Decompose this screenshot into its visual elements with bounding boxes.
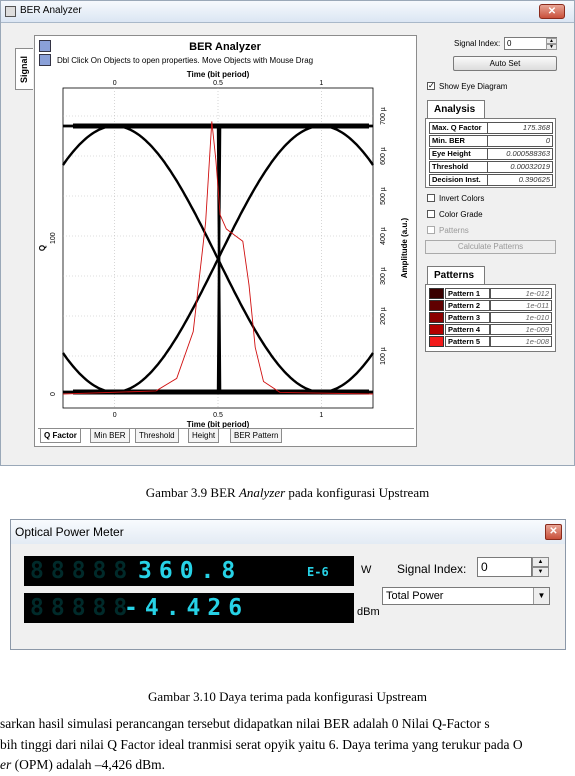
pattern-row: Pattern 2 1e-011 [429,300,553,311]
x-tick-label-top: 0.5 [213,80,223,87]
show-eye-label: Show Eye Diagram [439,82,508,91]
analysis-row: Min. BER 0 [429,135,553,147]
pattern-swatch [429,336,444,347]
power-dbm-value: -4.426 [124,595,250,621]
analysis-table: Max. Q Factor 175.368 Min. BER 0 Eye Heigh… [425,118,556,188]
tab-threshold[interactable]: Threshold [135,429,179,443]
left-tick-label: 0 [50,392,57,396]
lcd-ghost-digits: 88888 [30,558,135,584]
right-axis-title: Amplitude (a.u.) [400,217,409,278]
spin-down-icon[interactable]: ▼ [546,44,557,50]
opm-titlebar: Optical Power Meter ✕ [11,520,565,544]
optical-power-meter-window: Optical Power Meter ✕ 88888 360.8 E-6 W … [10,519,566,650]
tab-signal-label: Signal [19,55,29,83]
left-tick-label: 100 [50,232,57,244]
pattern-row: Pattern 1 1e-012 [429,288,553,299]
right-tick-label: 700 µ [380,107,387,125]
power-watt-unit: W [361,564,372,576]
body-text-line-1: sarkan hasil simulasi perancangan terseb… [0,716,490,731]
invert-colors-label: Invert Colors [439,194,485,203]
left-axis-title: Q [38,245,47,251]
power-watt-exponent: E-6 [307,565,329,579]
x-tick-label-bottom: 1 [319,412,323,419]
power-watt-display: 88888 360.8 E-6 [24,556,354,586]
opm-signal-index-label: Signal Index: [397,562,467,576]
color-grade-label: Color Grade [439,210,483,219]
pattern-row: Pattern 5 1e-008 [429,336,553,347]
spin-up-icon[interactable]: ▲ [532,557,549,567]
auto-set-button[interactable]: Auto Set [453,56,557,71]
eye-diagram-chart[interactable]: Time (bit period) 0 0.5 1 0 0.5 1 Time (bit … [35,36,416,428]
pattern-swatch [429,288,444,299]
close-icon[interactable]: ✕ [545,524,562,540]
bottom-tab-bar: Q Factor Min BER Threshold Height BER Pa… [38,428,414,444]
right-tick-label: 300 µ [380,267,387,285]
x-tick-label-bottom: 0 [113,412,117,419]
lcd-ghost-digits: 88888 [30,595,135,621]
close-icon[interactable]: ✕ [539,4,565,19]
ber-analyzer-window: BER Analyzer ✕ Signal BER Analyzer Dbl C… [0,0,575,466]
spin-down-icon[interactable]: ▼ [532,567,549,577]
tab-height[interactable]: Height [188,429,220,443]
figure-3-9-caption: Gambar 3.9 BER Analyzer pada konfigurasi… [145,485,430,500]
opm-window-title: Optical Power Meter [15,525,124,539]
tab-patterns[interactable]: Patterns [427,266,485,284]
x-tick-label-bottom: 0.5 [213,412,223,419]
chevron-down-icon[interactable]: ▼ [533,588,549,604]
show-eye-checkbox[interactable]: ✓ [427,82,435,90]
power-watt-value: 360.8 [138,558,243,584]
figure-3-10-caption: Gambar 3.10 Daya terima pada konfigurasi… [147,689,428,704]
app-icon [5,6,16,17]
x-tick-label-top: 1 [319,80,323,87]
opm-signal-index-input[interactable]: 0 [477,557,532,577]
power-type-select[interactable]: Total Power ▼ [382,587,550,605]
analysis-row: Decision Inst. 0.390625 [429,174,553,186]
analysis-row: Eye Height 0.000588363 [429,148,553,160]
ber-titlebar: BER Analyzer ✕ [1,1,574,23]
x-axis-title-bottom: Time (bit period) [187,420,250,428]
x-axis-title-top: Time (bit period) [187,70,250,79]
right-tick-label: 500 µ [380,187,387,205]
body-text-line-3: er (OPM) adalah –4,426 dBm. [0,757,165,772]
pattern-row: Pattern 3 1e-010 [429,312,553,323]
tab-q-factor[interactable]: Q Factor [40,429,81,443]
patterns-table: Pattern 1 1e-012 Pattern 2 1e-011 Pattern … [425,284,556,352]
x-tick-label-top: 0 [113,80,117,87]
pattern-swatch [429,300,444,311]
invert-colors-checkbox[interactable] [427,194,435,202]
signal-index-label: Signal Index: [454,39,501,48]
plot-panel: BER Analyzer Dbl Click On Objects to ope… [34,35,417,447]
tab-signal[interactable]: Signal [15,48,33,90]
calculate-patterns-button[interactable]: Calculate Patterns [425,240,556,254]
analysis-row: Threshold 0.00032019 [429,161,553,173]
power-dbm-unit: dBm [357,606,380,618]
pattern-swatch [429,324,444,335]
color-grade-checkbox[interactable] [427,210,435,218]
right-tick-label: 400 µ [380,227,387,245]
tab-analysis[interactable]: Analysis [427,100,485,118]
patterns-checkbox[interactable] [427,226,435,234]
pattern-row: Pattern 4 1e-009 [429,324,553,335]
power-type-value: Total Power [386,590,444,602]
ber-window-title: BER Analyzer [20,5,82,16]
patterns-check-label: Patterns [439,226,469,235]
right-tick-label: 200 µ [380,307,387,325]
tab-min-ber[interactable]: Min BER [90,429,130,443]
analysis-row: Max. Q Factor 175.368 [429,122,553,134]
tab-ber-pattern[interactable]: BER Pattern [230,429,283,443]
right-tick-label: 600 µ [380,147,387,165]
pattern-swatch [429,312,444,323]
body-text-line-2: bih tinggi dari nilai Q Factor ideal tra… [0,737,523,752]
right-tick-label: 100 µ [380,347,387,365]
power-dbm-display: 88888 -4.426 [24,593,354,623]
